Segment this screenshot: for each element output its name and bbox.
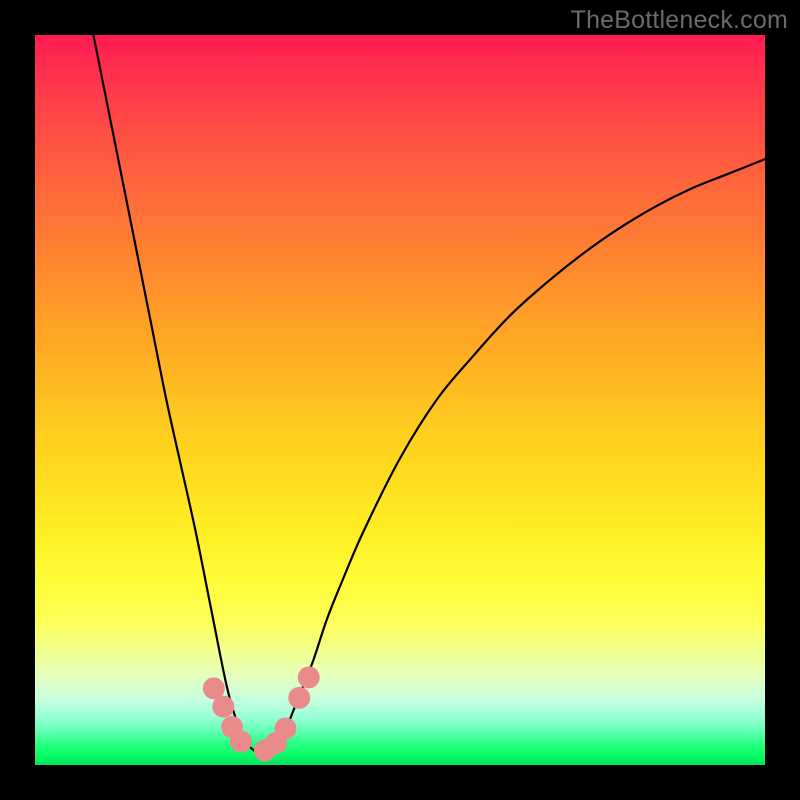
data-marker [230,731,252,753]
markers-group [203,666,320,761]
curve-svg [35,35,765,765]
curve-group [93,35,765,754]
data-marker [298,666,320,688]
bottleneck-curve-path [93,35,765,754]
plot-area [35,35,765,765]
data-marker [288,687,310,709]
watermark-text: TheBottleneck.com [571,6,788,35]
data-marker [212,696,234,718]
data-marker [274,718,296,740]
chart-frame: TheBottleneck.com [0,0,800,800]
